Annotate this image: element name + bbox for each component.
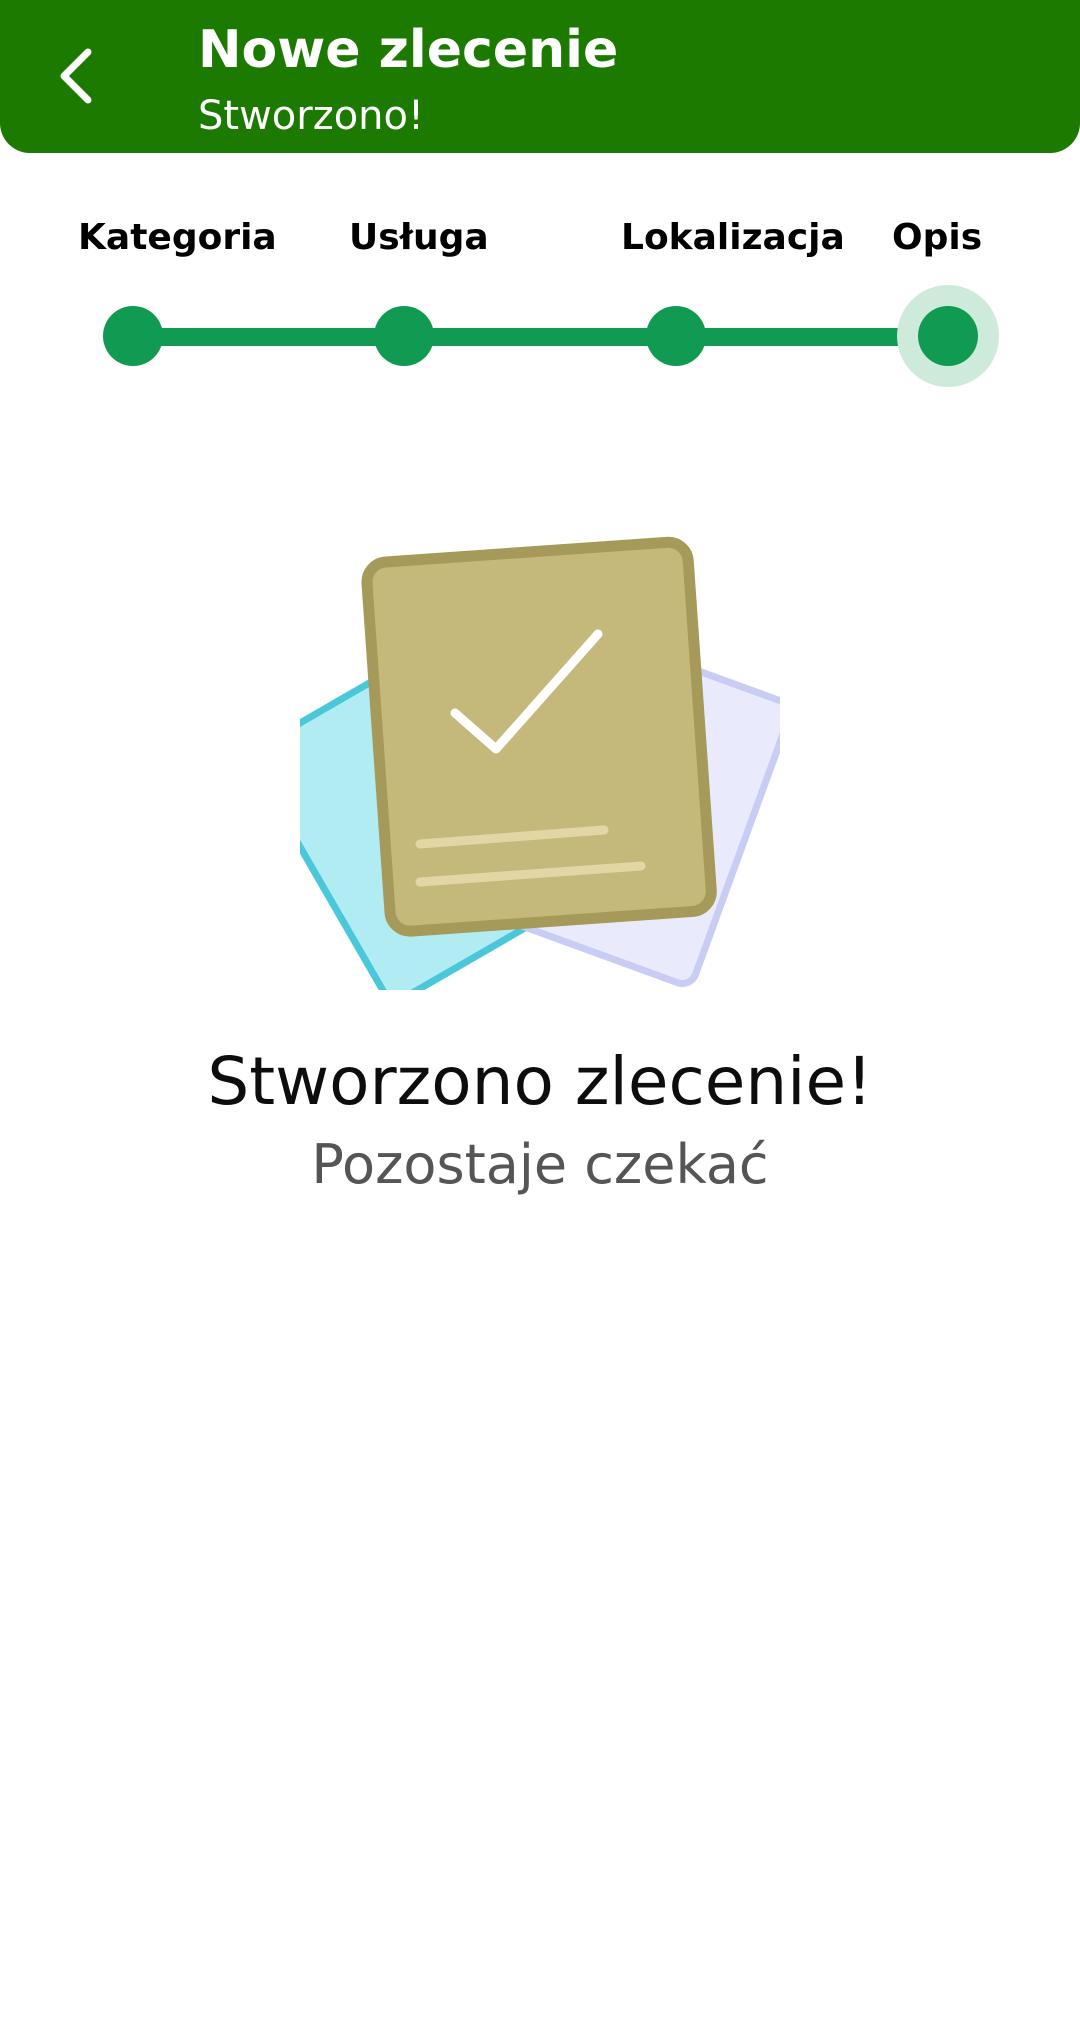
- step-dot-kategoria[interactable]: [103, 306, 163, 366]
- success-subtitle: Pozostaje czekać: [311, 1133, 769, 1196]
- step-label-usluga: Usługa: [349, 217, 489, 258]
- step-dot-opis[interactable]: [918, 306, 978, 366]
- step-label-kategoria: Kategoria: [78, 217, 277, 258]
- app-screen: Nowe zlecenie Stworzono! Kategoria Usług…: [0, 0, 1080, 2022]
- step-label-lokalizacja: Lokalizacja: [621, 217, 845, 258]
- back-button[interactable]: [36, 30, 116, 122]
- document-check-icon: [300, 536, 780, 990]
- page-title: Nowe zlecenie: [198, 20, 619, 80]
- success-title: Stworzono zlecenie!: [207, 1043, 873, 1120]
- stepper-track: [132, 328, 947, 346]
- page-subtitle: Stworzono!: [198, 93, 425, 139]
- step-dot-lokalizacja[interactable]: [646, 306, 706, 366]
- app-bar: Nowe zlecenie Stworzono!: [0, 0, 1080, 153]
- step-dot-usluga[interactable]: [374, 306, 434, 366]
- step-label-opis: Opis: [892, 217, 983, 258]
- chevron-left-icon: [60, 48, 92, 104]
